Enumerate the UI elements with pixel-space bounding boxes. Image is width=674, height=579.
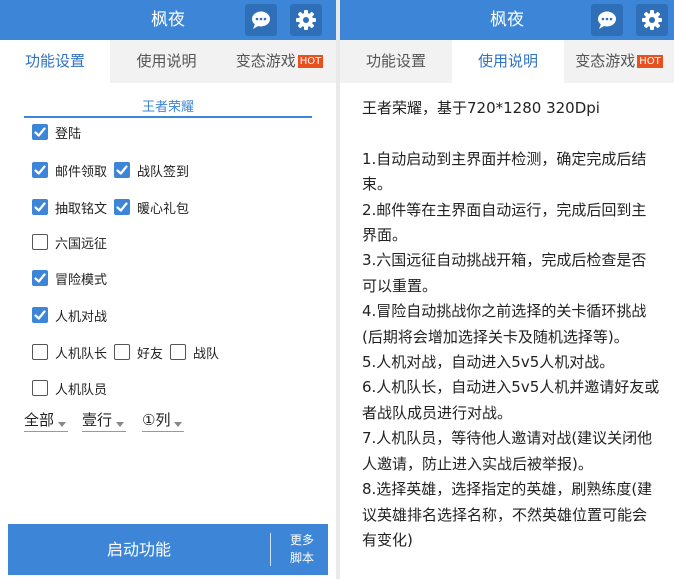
checkbox-label: 登陆 — [55, 126, 82, 142]
tab-settings[interactable]: 功能设置 — [340, 40, 452, 83]
settings-screen: 枫夜 功能设置 使用说明 变态游戏 HOT 王者荣耀 登陆 邮件领取 战队签到 … — [0, 0, 336, 579]
checkbox-box — [32, 344, 48, 360]
chat-bubble-icon — [252, 11, 270, 29]
start-bar-separator — [270, 533, 271, 566]
checkbox-box — [32, 307, 48, 323]
checkbox-box — [32, 199, 48, 215]
select-value: ①列 — [142, 411, 171, 429]
title-bar: 枫夜 — [340, 0, 674, 40]
more-scripts-label-1: 更多 — [289, 533, 314, 547]
dropdown-arrow-icon — [58, 422, 67, 427]
checkbox-box — [114, 344, 130, 360]
select-row[interactable]: 壹行 — [82, 408, 127, 432]
checkmark-icon — [34, 273, 46, 283]
start-bar: 启动功能 更多 脚本 — [8, 524, 328, 575]
checkbox-box — [32, 380, 48, 396]
checkbox-label: 人机对战 — [55, 309, 108, 325]
checkbox-label: 战队 — [193, 346, 220, 362]
checkmark-icon — [116, 165, 128, 175]
select-value: 全部 — [24, 411, 55, 429]
app-title: 枫夜 — [490, 10, 524, 30]
hot-badge: HOT — [637, 55, 663, 68]
checkbox-expedition[interactable]: 六国远征 — [32, 232, 107, 252]
title-bar: 枫夜 — [0, 0, 336, 40]
checkbox-pve-leader[interactable]: 人机队长 — [32, 342, 107, 362]
tab-bar: 功能设置 使用说明 变态游戏 HOT — [0, 40, 336, 83]
checkbox-label: 人机队员 — [55, 382, 108, 398]
instructions-screen: 枫夜 功能设置 使用说明 变态游戏 HOT 王者荣耀，基于720*1280 32… — [340, 0, 674, 579]
gear-icon — [642, 10, 662, 30]
tab-settings[interactable]: 功能设置 — [0, 40, 110, 83]
tab-bar: 功能设置 使用说明 变态游戏 HOT — [340, 40, 674, 83]
settings-button[interactable] — [290, 4, 322, 36]
instructions-text: 王者荣耀，基于720*1280 320Dpi 1.自动启动到主界面并检测，确定完… — [362, 99, 660, 549]
checkbox-pve-member[interactable]: 人机队员 — [32, 378, 107, 398]
tab-games[interactable]: 变态游戏 HOT — [564, 40, 674, 83]
checkbox-label: 抽取铭文 — [55, 201, 108, 217]
checkbox-label: 好友 — [137, 346, 164, 362]
checkbox-box — [32, 234, 48, 250]
more-scripts-label-2: 脚本 — [289, 551, 314, 565]
checkmark-icon — [34, 127, 46, 137]
tab-label: 功能设置 — [24, 52, 85, 70]
hot-badge: HOT — [297, 55, 324, 68]
tab-games[interactable]: 变态游戏 HOT — [223, 40, 336, 83]
checkbox-box — [114, 162, 130, 178]
checkbox-gift[interactable]: 暖心礼包 — [114, 197, 189, 217]
tab-label: 使用说明 — [136, 52, 197, 70]
start-button[interactable]: 启动功能 — [8, 524, 270, 575]
tab-label: 变态游戏 — [235, 52, 296, 70]
checkmark-icon — [34, 310, 46, 320]
chat-button[interactable] — [591, 4, 623, 36]
checkbox-inscription[interactable]: 抽取铭文 — [32, 197, 107, 217]
select-column[interactable]: ①列 — [142, 408, 185, 432]
screen: 枫夜 功能设置 使用说明 变态游戏 HOT 王者荣耀 登陆 邮件领取 战队签到 … — [0, 0, 674, 579]
checkbox-mail[interactable]: 邮件领取 — [32, 160, 107, 180]
checkbox-adventure[interactable]: 冒险模式 — [32, 268, 107, 288]
checkbox-pve[interactable]: 人机对战 — [32, 305, 107, 325]
checkbox-login[interactable]: 登陆 — [32, 122, 81, 142]
app-title: 枫夜 — [151, 10, 185, 30]
checkbox-team-signin[interactable]: 战队签到 — [114, 160, 189, 180]
gear-icon — [296, 10, 316, 30]
settings-button[interactable] — [636, 4, 668, 36]
chat-bubble-icon — [598, 11, 616, 29]
checkmark-icon — [34, 202, 46, 212]
checkbox-box — [32, 124, 48, 140]
dropdown-arrow-icon — [116, 422, 125, 427]
checkbox-friends[interactable]: 好友 — [114, 342, 163, 362]
select-scope[interactable]: 全部 — [24, 408, 69, 432]
tab-label: 使用说明 — [477, 52, 538, 70]
more-scripts-button[interactable]: 更多 脚本 — [276, 531, 328, 567]
checkbox-label: 暖心礼包 — [137, 201, 190, 217]
section-divider — [24, 116, 312, 118]
tab-label: 功能设置 — [365, 52, 426, 70]
checkbox-team[interactable]: 战队 — [170, 342, 219, 362]
tab-instructions[interactable]: 使用说明 — [452, 40, 564, 83]
checkbox-label: 冒险模式 — [55, 272, 108, 288]
section-title: 王者荣耀 — [141, 100, 194, 115]
checkbox-box — [170, 344, 186, 360]
chat-button[interactable] — [245, 4, 277, 36]
checkbox-label: 战队签到 — [137, 164, 190, 180]
checkmark-icon — [116, 202, 128, 212]
select-value: 壹行 — [82, 411, 113, 429]
checkbox-box — [114, 199, 130, 215]
checkbox-label: 邮件领取 — [55, 164, 108, 180]
tab-label: 变态游戏 — [575, 52, 636, 70]
checkbox-label: 六国远征 — [55, 236, 108, 252]
dropdown-arrow-icon — [174, 422, 183, 427]
tab-instructions[interactable]: 使用说明 — [110, 40, 223, 83]
checkbox-box — [32, 270, 48, 286]
checkbox-label: 人机队长 — [55, 346, 108, 362]
checkmark-icon — [34, 165, 46, 175]
checkbox-box — [32, 162, 48, 178]
